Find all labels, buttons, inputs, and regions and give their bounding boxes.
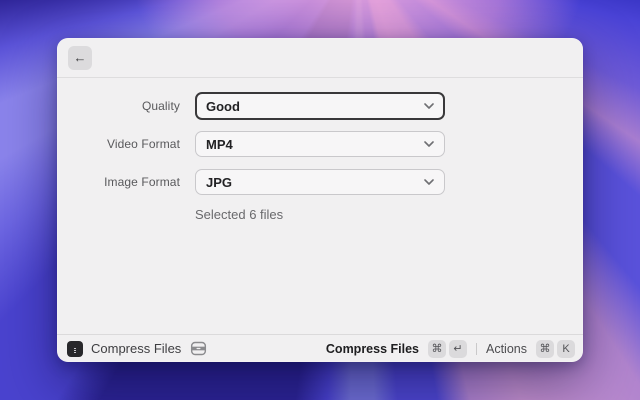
primary-action-label: Compress Files xyxy=(326,342,419,356)
command-key-icon: ⌘ xyxy=(536,340,554,358)
image-format-label: Image Format xyxy=(57,175,195,189)
form-row-quality: Quality Good xyxy=(57,93,583,119)
window-header: ← xyxy=(57,38,583,78)
chevron-down-icon xyxy=(424,141,434,147)
chevron-down-icon xyxy=(424,179,434,185)
compress-files-window: ← Quality Good Video Format MP4 Image Fo… xyxy=(57,38,583,362)
k-key-icon: K xyxy=(557,340,575,358)
window-footer: Compress Files Compress Files ⌘ ↵ Action… xyxy=(57,334,583,362)
form-row-image-format: Image Format JPG xyxy=(57,169,583,195)
footer-actions: Compress Files ⌘ ↵ Actions ⌘ K xyxy=(326,340,575,358)
video-format-dropdown[interactable]: MP4 xyxy=(195,131,445,157)
back-button[interactable]: ← xyxy=(68,46,92,70)
actions-label: Actions xyxy=(486,342,527,356)
selected-files-status: Selected 6 files xyxy=(195,207,583,222)
compression-form: Quality Good Video Format MP4 Image Form… xyxy=(57,78,583,222)
compress-files-action-button[interactable]: Compress Files ⌘ ↵ xyxy=(326,340,467,358)
video-format-label: Video Format xyxy=(57,137,195,151)
command-key-icon: ⌘ xyxy=(428,340,446,358)
compress-files-app-icon xyxy=(67,341,83,357)
quality-label: Quality xyxy=(57,99,195,113)
footer-app-name: Compress Files xyxy=(91,341,181,356)
form-row-video-format: Video Format MP4 xyxy=(57,131,583,157)
archive-box-icon xyxy=(190,341,207,356)
chevron-down-icon xyxy=(424,103,434,109)
quality-dropdown[interactable]: Good xyxy=(195,92,445,120)
quality-value: Good xyxy=(206,99,240,114)
image-format-dropdown[interactable]: JPG xyxy=(195,169,445,195)
return-key-icon: ↵ xyxy=(449,340,467,358)
video-format-value: MP4 xyxy=(206,137,233,152)
back-arrow-icon: ← xyxy=(74,50,87,65)
actions-menu-button[interactable]: Actions ⌘ K xyxy=(486,340,575,358)
image-format-value: JPG xyxy=(206,175,232,190)
footer-shortcut-divider xyxy=(476,343,477,355)
